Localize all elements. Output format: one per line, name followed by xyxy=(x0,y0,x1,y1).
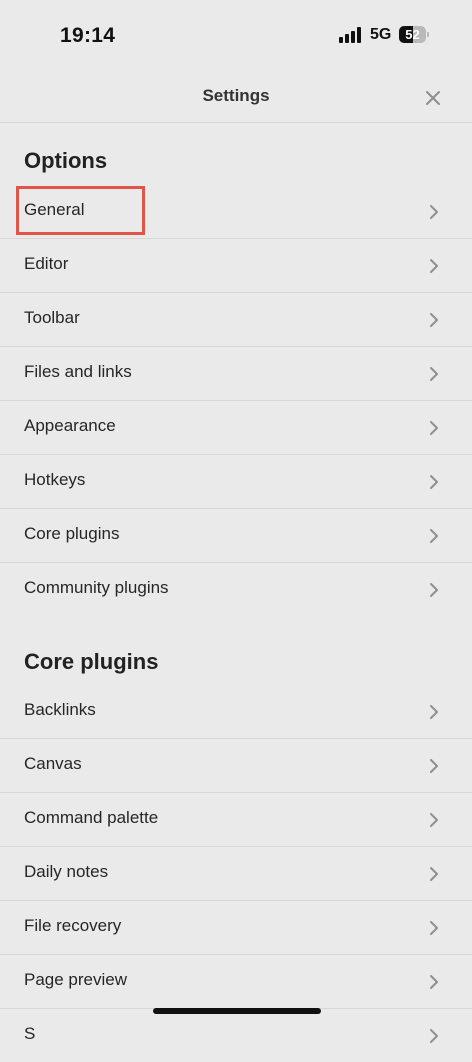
chevron-right-icon xyxy=(428,919,440,937)
plugin-item-label: S xyxy=(24,1024,36,1043)
cellular-signal-icon xyxy=(339,27,363,43)
settings-item-label: Community plugins xyxy=(24,578,169,597)
plugin-item-partial[interactable]: S xyxy=(0,1009,472,1062)
chevron-right-icon xyxy=(428,1027,440,1045)
home-indicator[interactable] xyxy=(153,1008,321,1014)
plugin-item-label: Daily notes xyxy=(24,862,109,881)
settings-item-label: Core plugins xyxy=(24,524,120,543)
settings-item-files-and-links[interactable]: Files and links xyxy=(0,347,472,401)
chevron-right-icon xyxy=(428,581,440,599)
plugin-item-label: File recovery xyxy=(24,916,122,935)
chevron-right-icon xyxy=(428,419,440,437)
close-button[interactable] xyxy=(420,85,446,111)
plugin-item-file-recovery[interactable]: File recovery xyxy=(0,901,472,955)
status-bar: 19:14 5G 52 xyxy=(0,0,472,64)
chevron-right-icon xyxy=(428,865,440,883)
plugin-item-canvas[interactable]: Canvas xyxy=(0,739,472,793)
settings-item-label: Hotkeys xyxy=(24,470,86,489)
plugin-item-label: Page preview xyxy=(24,970,128,989)
plugin-item-command-palette[interactable]: Command palette xyxy=(0,793,472,847)
status-time: 19:14 xyxy=(60,24,116,47)
battery-icon: 52 xyxy=(399,26,429,43)
plugin-item-page-preview[interactable]: Page preview xyxy=(0,955,472,1009)
chevron-right-icon xyxy=(428,973,440,991)
settings-item-appearance[interactable]: Appearance xyxy=(0,401,472,455)
chevron-right-icon xyxy=(428,811,440,829)
settings-item-toolbar[interactable]: Toolbar xyxy=(0,293,472,347)
settings-item-editor[interactable]: Editor xyxy=(0,239,472,293)
chevron-right-icon xyxy=(428,757,440,775)
plugin-item-label: Canvas xyxy=(24,754,82,773)
core-plugins-list: Backlinks Canvas Command palette Daily n… xyxy=(0,685,472,1062)
chevron-right-icon xyxy=(428,257,440,275)
network-type: 5G xyxy=(370,26,392,43)
nav-bar: Settings xyxy=(0,70,472,123)
section-heading-options: Options xyxy=(24,148,108,173)
options-list: General Editor Toolbar Files and links A… xyxy=(0,185,472,616)
close-icon xyxy=(426,91,440,105)
settings-item-label: Toolbar xyxy=(24,308,80,327)
settings-item-label: Files and links xyxy=(24,362,132,381)
battery-percent: 52 xyxy=(405,27,420,42)
settings-item-label: Editor xyxy=(24,254,69,273)
plugin-item-backlinks[interactable]: Backlinks xyxy=(0,685,472,739)
chevron-right-icon xyxy=(428,527,440,545)
settings-item-community-plugins[interactable]: Community plugins xyxy=(0,563,472,616)
chevron-right-icon xyxy=(428,311,440,329)
chevron-right-icon xyxy=(428,473,440,491)
settings-item-hotkeys[interactable]: Hotkeys xyxy=(0,455,472,509)
chevron-right-icon xyxy=(428,703,440,721)
settings-item-core-plugins[interactable]: Core plugins xyxy=(0,509,472,563)
plugin-item-daily-notes[interactable]: Daily notes xyxy=(0,847,472,901)
chevron-right-icon xyxy=(428,203,440,221)
settings-item-label: Appearance xyxy=(24,416,116,435)
plugin-item-label: Command palette xyxy=(24,808,159,827)
highlight-box xyxy=(16,186,145,235)
chevron-right-icon xyxy=(428,365,440,383)
section-heading-core-plugins: Core plugins xyxy=(24,649,159,674)
plugin-item-label: Backlinks xyxy=(24,700,96,719)
page-title: Settings xyxy=(202,86,270,105)
